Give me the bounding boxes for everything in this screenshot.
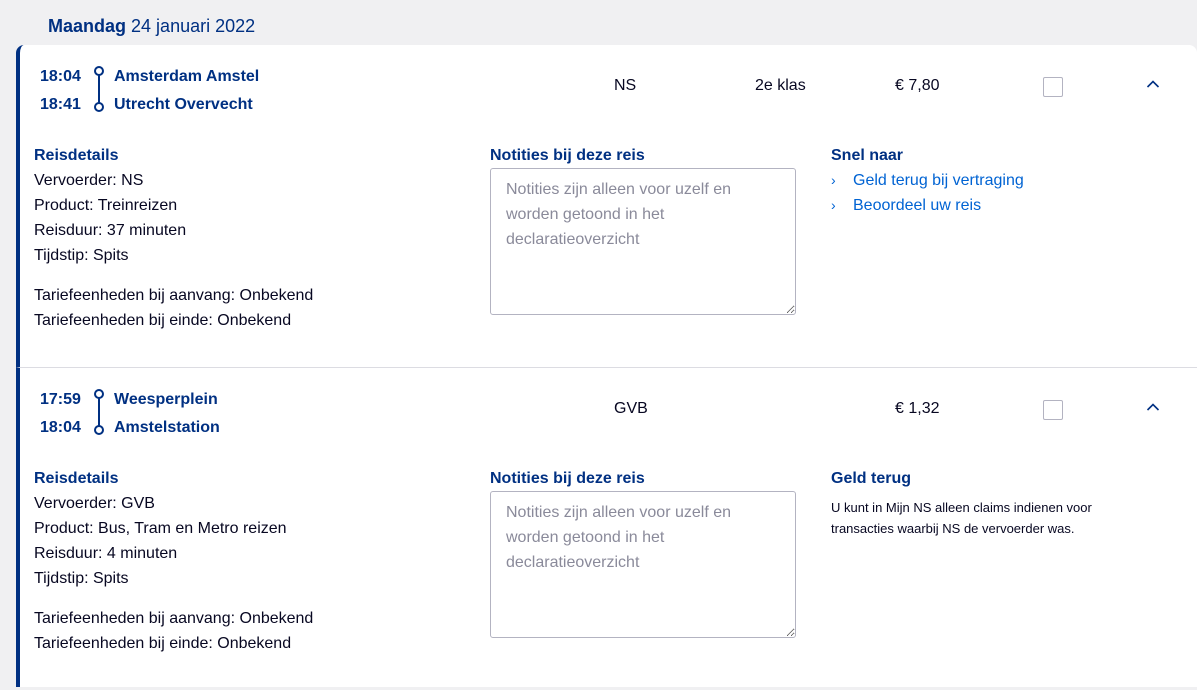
detail-tariff-start: Tariefeenheden bij aanvang: Onbekend [34,287,314,304]
chevron-up-icon[interactable] [1144,398,1162,416]
chevron-right-icon: › [831,197,836,213]
notes-title: Notities bij deze reis [490,470,645,487]
notes-title: Notities bij deze reis [490,147,645,164]
detail-tariff-end: Tariefeenheden bij einde: Onbekend [34,635,292,652]
trip-card: 17:59 18:04 Weesperplein Amstelstation G… [16,367,1197,687]
detail-duration: Reisduur: 37 minuten [34,222,187,239]
select-trip-checkbox[interactable] [1043,400,1063,420]
trip-stations: Weesperplein Amstelstation [114,386,220,442]
notes-section: Notities bij deze reis [490,466,796,638]
arrival-time: 18:04 [40,419,81,436]
trip-times: 18:04 18:41 [40,63,81,119]
from-station: Weesperplein [114,391,218,408]
date-rest: 24 januari 2022 [131,16,256,36]
trip-carrier: NS [614,77,637,94]
detail-product: Product: Bus, Tram en Metro reizen [34,520,287,537]
to-station: Utrecht Overvecht [114,96,253,113]
refund-info-text: U kunt in Mijn NS alleen claims indienen… [831,500,1092,536]
rate-trip-link-label: Beoordeel uw reis [853,197,982,214]
rate-trip-link[interactable]: › Beoordeel uw reis [831,193,1024,218]
refund-section: Geld terug U kunt in Mijn NS alleen clai… [831,466,1131,539]
quick-links-section: Snel naar › Geld terug bij vertraging › … [831,143,1024,218]
details-title: Reisdetails [34,147,119,164]
refund-delay-link[interactable]: › Geld terug bij vertraging [831,168,1024,193]
trip-card: 18:04 18:41 Amsterdam Amstel Utrecht Ove… [16,45,1197,367]
arrival-time: 18:41 [40,96,81,113]
route-line-icon [94,389,104,435]
departure-time: 17:59 [40,391,81,408]
from-station: Amsterdam Amstel [114,68,260,85]
refund-delay-link-label: Geld terug bij vertraging [853,172,1024,189]
refund-title: Geld terug [831,470,912,487]
trip-details: Reisdetails Vervoerder: NS Product: Trei… [34,143,313,333]
detail-time-of-day: Tijdstip: Spits [34,247,129,264]
trip-price: € 1,32 [895,400,940,417]
trip-carrier: GVB [614,400,648,417]
date-heading: Maandag 24 januari 2022 [48,14,255,38]
notes-section: Notities bij deze reis [490,143,796,315]
detail-carrier: Vervoerder: GVB [34,495,155,512]
detail-tariff-end: Tariefeenheden bij einde: Onbekend [34,312,292,329]
departure-time: 18:04 [40,68,81,85]
trip-price: € 7,80 [895,77,940,94]
trip-stations: Amsterdam Amstel Utrecht Overvecht [114,63,259,119]
trip-details: Reisdetails Vervoerder: GVB Product: Bus… [34,466,313,656]
trip-times: 17:59 18:04 [40,386,81,442]
trip-class: 2e klas [755,77,806,94]
detail-time-of-day: Tijdstip: Spits [34,570,129,587]
detail-carrier: Vervoerder: NS [34,172,144,189]
date-day: Maandag [48,16,127,36]
select-trip-checkbox[interactable] [1043,77,1063,97]
details-title: Reisdetails [34,470,119,487]
chevron-right-icon: › [831,172,836,188]
chevron-up-icon[interactable] [1144,75,1162,93]
to-station: Amstelstation [114,419,220,436]
detail-product: Product: Treinreizen [34,197,178,214]
notes-textarea[interactable] [490,491,796,638]
detail-tariff-start: Tariefeenheden bij aanvang: Onbekend [34,610,314,627]
detail-duration: Reisduur: 4 minuten [34,545,178,562]
quick-links-title: Snel naar [831,147,904,164]
route-line-icon [94,66,104,112]
notes-textarea[interactable] [490,168,796,315]
